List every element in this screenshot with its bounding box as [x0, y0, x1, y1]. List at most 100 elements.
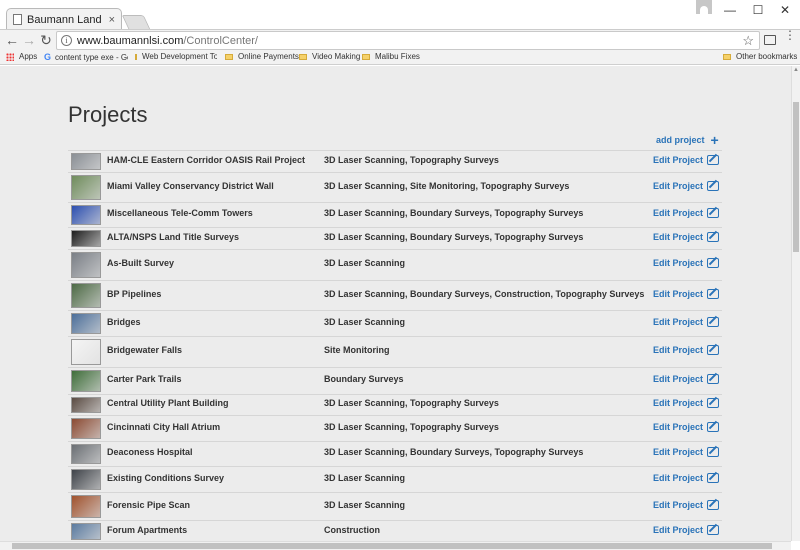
project-name: Central Utility Plant Building [107, 398, 229, 408]
project-thumbnail [71, 230, 101, 247]
scroll-up-icon[interactable]: ▲ [793, 67, 799, 73]
project-name: Miami Valley Conservancy District Wall [107, 181, 274, 191]
edit-icon[interactable] [707, 232, 719, 242]
project-name: Miscellaneous Tele-Comm Towers [107, 208, 253, 218]
bookmark-apps[interactable]: Apps [6, 52, 37, 61]
project-categories: 3D Laser Scanning, Topography Surveys [324, 398, 499, 408]
edit-icon[interactable] [707, 473, 719, 483]
back-button[interactable]: ← [3, 31, 21, 49]
info-icon[interactable]: i [61, 35, 72, 46]
bookmark-item[interactable]: Malibu Fixes [362, 52, 420, 61]
project-categories: 3D Laser Scanning, Topography Surveys [324, 422, 499, 432]
bookmark-item[interactable]: Online Payments [225, 52, 299, 61]
profile-icon[interactable] [696, 0, 712, 14]
project-thumbnail [71, 469, 101, 490]
project-categories: Site Monitoring [324, 345, 390, 355]
edit-icon[interactable] [707, 525, 719, 535]
edit-project-link[interactable]: Edit Project [653, 181, 703, 191]
bookmark-star-icon[interactable]: ☆ [742, 33, 754, 49]
project-thumbnail [71, 175, 101, 200]
tab-close-icon[interactable]: × [109, 14, 115, 26]
edit-icon[interactable] [707, 289, 719, 299]
table-row: Forum Apartments Construction Edit Project [68, 520, 722, 541]
folder-icon [299, 53, 307, 60]
edit-icon[interactable] [707, 317, 719, 327]
browser-tab[interactable]: Baumann Land Survey In × [6, 8, 122, 30]
edit-icon[interactable] [707, 398, 719, 408]
bookmark-item[interactable]: Video Making [299, 52, 360, 61]
scrollbar-thumb[interactable] [793, 102, 799, 252]
bookmark-label: Malibu Fixes [375, 52, 420, 61]
reload-button[interactable]: ↻ [37, 31, 55, 49]
project-name: Existing Conditions Survey [107, 473, 225, 483]
edit-icon[interactable] [707, 500, 719, 510]
table-row: Cincinnati City Hall Atrium 3D Laser Scan… [68, 415, 722, 441]
project-name: Cincinnati City Hall Atrium [107, 422, 221, 432]
url-host: www.baumannlsi.com [77, 34, 184, 47]
browser-titlebar: Baumann Land Survey In × — ☐ ✕ [0, 0, 800, 30]
project-thumbnail [71, 313, 101, 334]
project-name: Bridges [107, 317, 141, 327]
bookmark-label: Online Payments [238, 52, 299, 61]
maximize-button[interactable]: ☐ [745, 0, 771, 20]
horizontal-scrollbar[interactable] [0, 541, 791, 550]
bookmark-other[interactable]: Other bookmarks [723, 52, 797, 61]
edit-icon[interactable] [707, 258, 719, 268]
edit-project-link[interactable]: Edit Project [653, 232, 703, 242]
edit-project-link[interactable]: Edit Project [653, 289, 703, 299]
edit-icon[interactable] [707, 181, 719, 191]
project-categories: 3D Laser Scanning [324, 500, 406, 510]
edit-icon[interactable] [707, 208, 719, 218]
minimize-button[interactable]: — [717, 0, 743, 20]
project-categories: 3D Laser Scanning [324, 473, 406, 483]
scrollbar-thumb[interactable] [12, 543, 772, 549]
project-categories: 3D Laser Scanning, Boundary Surveys, Top… [324, 208, 584, 218]
project-thumbnail [71, 153, 101, 170]
table-row: Miscellaneous Tele-Comm Towers 3D Laser S… [68, 202, 722, 227]
add-project-link[interactable]: add project + [656, 133, 719, 147]
edit-icon[interactable] [707, 374, 719, 384]
table-row: Miami Valley Conservancy District Wall 3D… [68, 172, 722, 202]
edit-project-link[interactable]: Edit Project [653, 422, 703, 432]
new-tab-button[interactable] [121, 15, 151, 29]
apps-grid-icon [6, 52, 14, 61]
bookmark-item[interactable]: Web Development To [135, 52, 217, 61]
edit-project-link[interactable]: Edit Project [653, 208, 703, 218]
cast-icon[interactable] [764, 35, 776, 45]
table-row: As-Built Survey 3D Laser Scanning Edit Pro… [68, 249, 722, 280]
folder-icon [362, 53, 370, 60]
project-thumbnail [71, 370, 101, 392]
address-bar[interactable]: i www.baumannlsi.com /ControlCenter/ ☆ [56, 31, 760, 50]
forward-button[interactable]: → [20, 31, 38, 49]
edit-project-link[interactable]: Edit Project [653, 317, 703, 327]
vertical-scrollbar[interactable]: ▲ [791, 66, 800, 541]
project-categories: 3D Laser Scanning, Boundary Surveys, Top… [324, 232, 584, 242]
edit-project-link[interactable]: Edit Project [653, 155, 703, 165]
project-thumbnail [71, 418, 101, 439]
edit-project-link[interactable]: Edit Project [653, 374, 703, 384]
edit-project-link[interactable]: Edit Project [653, 447, 703, 457]
edit-project-link[interactable]: Edit Project [653, 345, 703, 355]
edit-icon[interactable] [707, 447, 719, 457]
edit-project-link[interactable]: Edit Project [653, 525, 703, 535]
bookmark-item[interactable]: G content type exe - Go [44, 52, 128, 62]
bookmark-label: Apps [19, 52, 38, 61]
edit-project-link[interactable]: Edit Project [653, 258, 703, 268]
edit-icon[interactable] [707, 155, 719, 165]
bookmark-label: content type exe - Go [55, 52, 128, 62]
edit-project-link[interactable]: Edit Project [653, 473, 703, 483]
menu-icon[interactable]: ⋮ [784, 29, 796, 41]
table-row: Central Utility Plant Building 3D Laser S… [68, 394, 722, 415]
google-icon: G [44, 52, 52, 62]
edit-icon[interactable] [707, 345, 719, 355]
edit-project-link[interactable]: Edit Project [653, 398, 703, 408]
url-path: /ControlCenter/ [183, 34, 258, 47]
edit-icon[interactable] [707, 422, 719, 432]
bookmark-label: Web Development To [142, 52, 217, 61]
project-thumbnail [71, 397, 101, 413]
project-thumbnail [71, 444, 101, 464]
edit-project-link[interactable]: Edit Project [653, 500, 703, 510]
close-window-button[interactable]: ✕ [772, 0, 798, 20]
table-row: ALTA/NSPS Land Title Surveys 3D Laser Sca… [68, 227, 722, 249]
table-row: Existing Conditions Survey 3D Laser Scann… [68, 466, 722, 492]
